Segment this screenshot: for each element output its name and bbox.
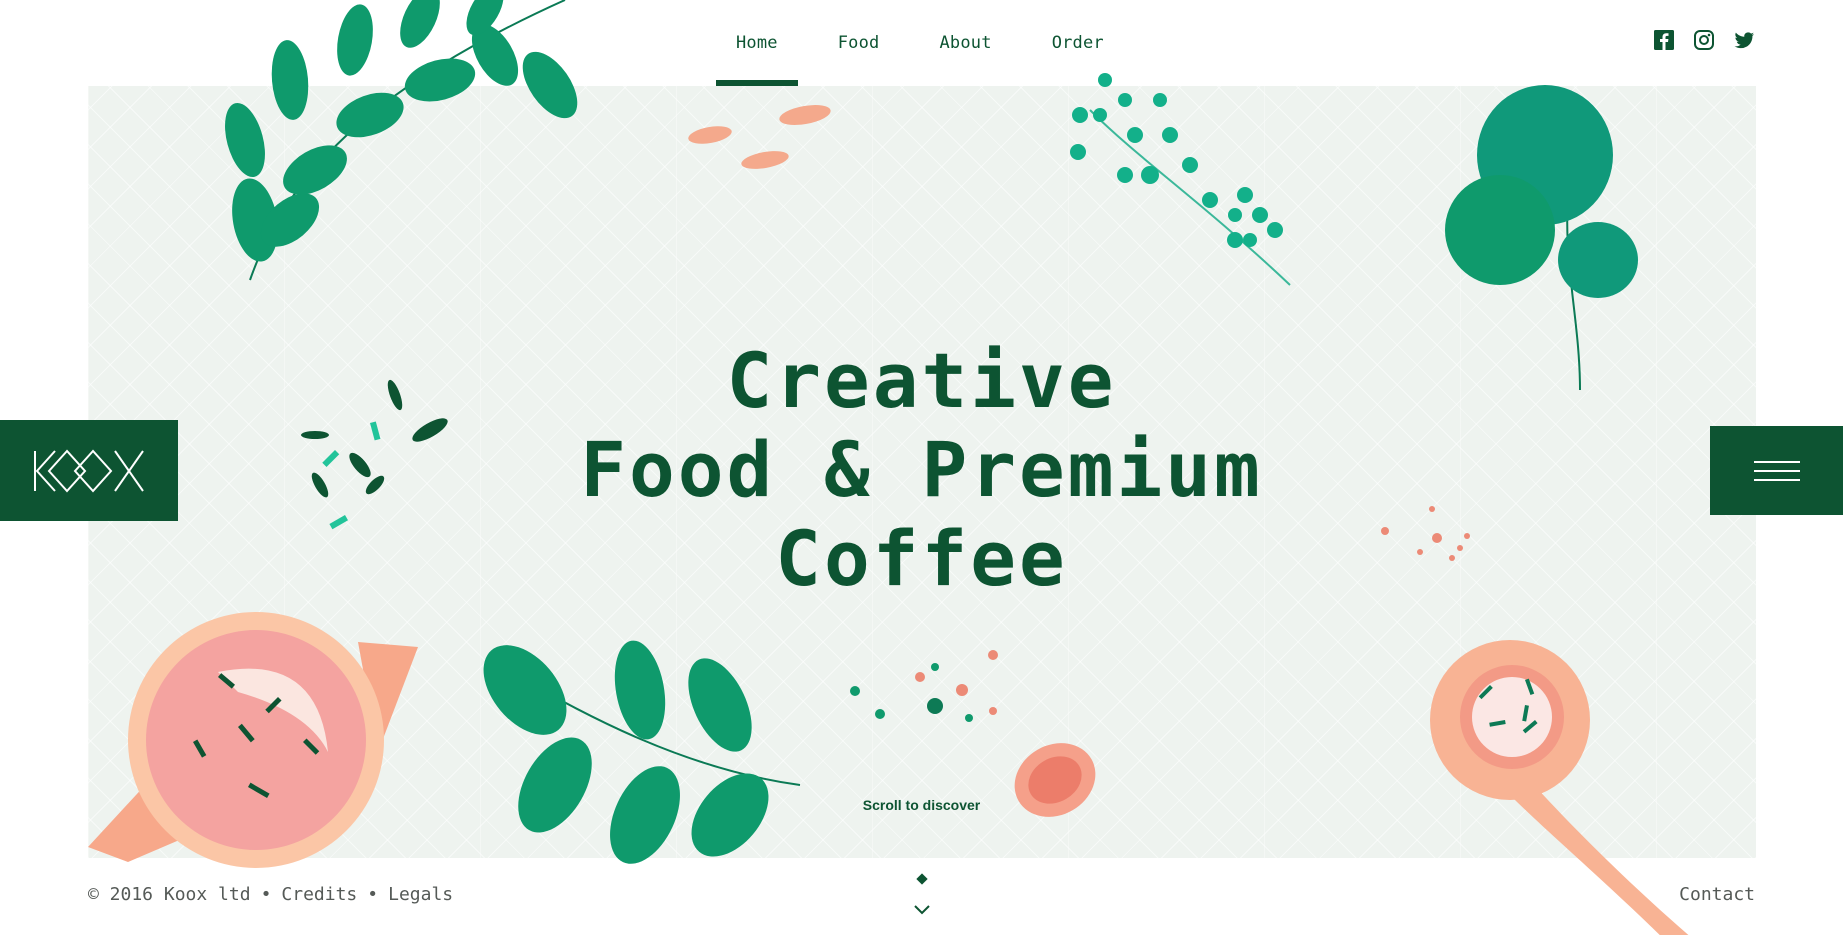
spoon-illustration	[1430, 640, 1689, 935]
mixed-dots-illustration	[850, 650, 998, 722]
contact-link[interactable]: Contact	[1679, 884, 1755, 905]
cup-illustration	[88, 612, 418, 868]
hero-headline: Creative Food & Premium Coffee	[0, 336, 1843, 603]
footer-separator: •	[367, 884, 379, 905]
legals-link[interactable]: Legals	[388, 884, 453, 905]
chevron-down-icon[interactable]	[913, 904, 931, 916]
leaf-branch-bottom-illustration	[483, 640, 801, 864]
headline-line-2: Food & Premium	[580, 425, 1263, 514]
footer-links: © 2016 Koox ltd • Credits • Legals	[88, 884, 453, 905]
nav-food[interactable]: Food	[818, 0, 900, 86]
social-links	[1653, 29, 1755, 51]
scroll-to-discover[interactable]: Scroll to discover	[0, 797, 1843, 813]
instagram-icon[interactable]	[1693, 29, 1715, 51]
cherry-tomato-illustration	[1014, 743, 1096, 817]
copyright-text: © 2016 Koox ltd	[88, 884, 251, 905]
nav-home[interactable]: Home	[716, 0, 798, 86]
nav-order[interactable]: Order	[1032, 0, 1124, 86]
leaf-branch-top-left-illustration	[225, 0, 578, 281]
twitter-icon[interactable]	[1733, 29, 1755, 51]
nav-about[interactable]: About	[920, 0, 1012, 86]
credits-link[interactable]: Credits	[281, 884, 357, 905]
headline-line-1: Creative	[726, 336, 1117, 425]
almonds-illustration	[688, 105, 831, 169]
footer-separator: •	[260, 884, 272, 905]
scroll-indicator-diamond	[916, 873, 928, 885]
berry-branch-illustration	[1070, 73, 1291, 286]
headline-line-3: Coffee	[775, 514, 1068, 603]
facebook-icon[interactable]	[1653, 29, 1675, 51]
main-nav: Home Food About Order	[716, 0, 1124, 86]
